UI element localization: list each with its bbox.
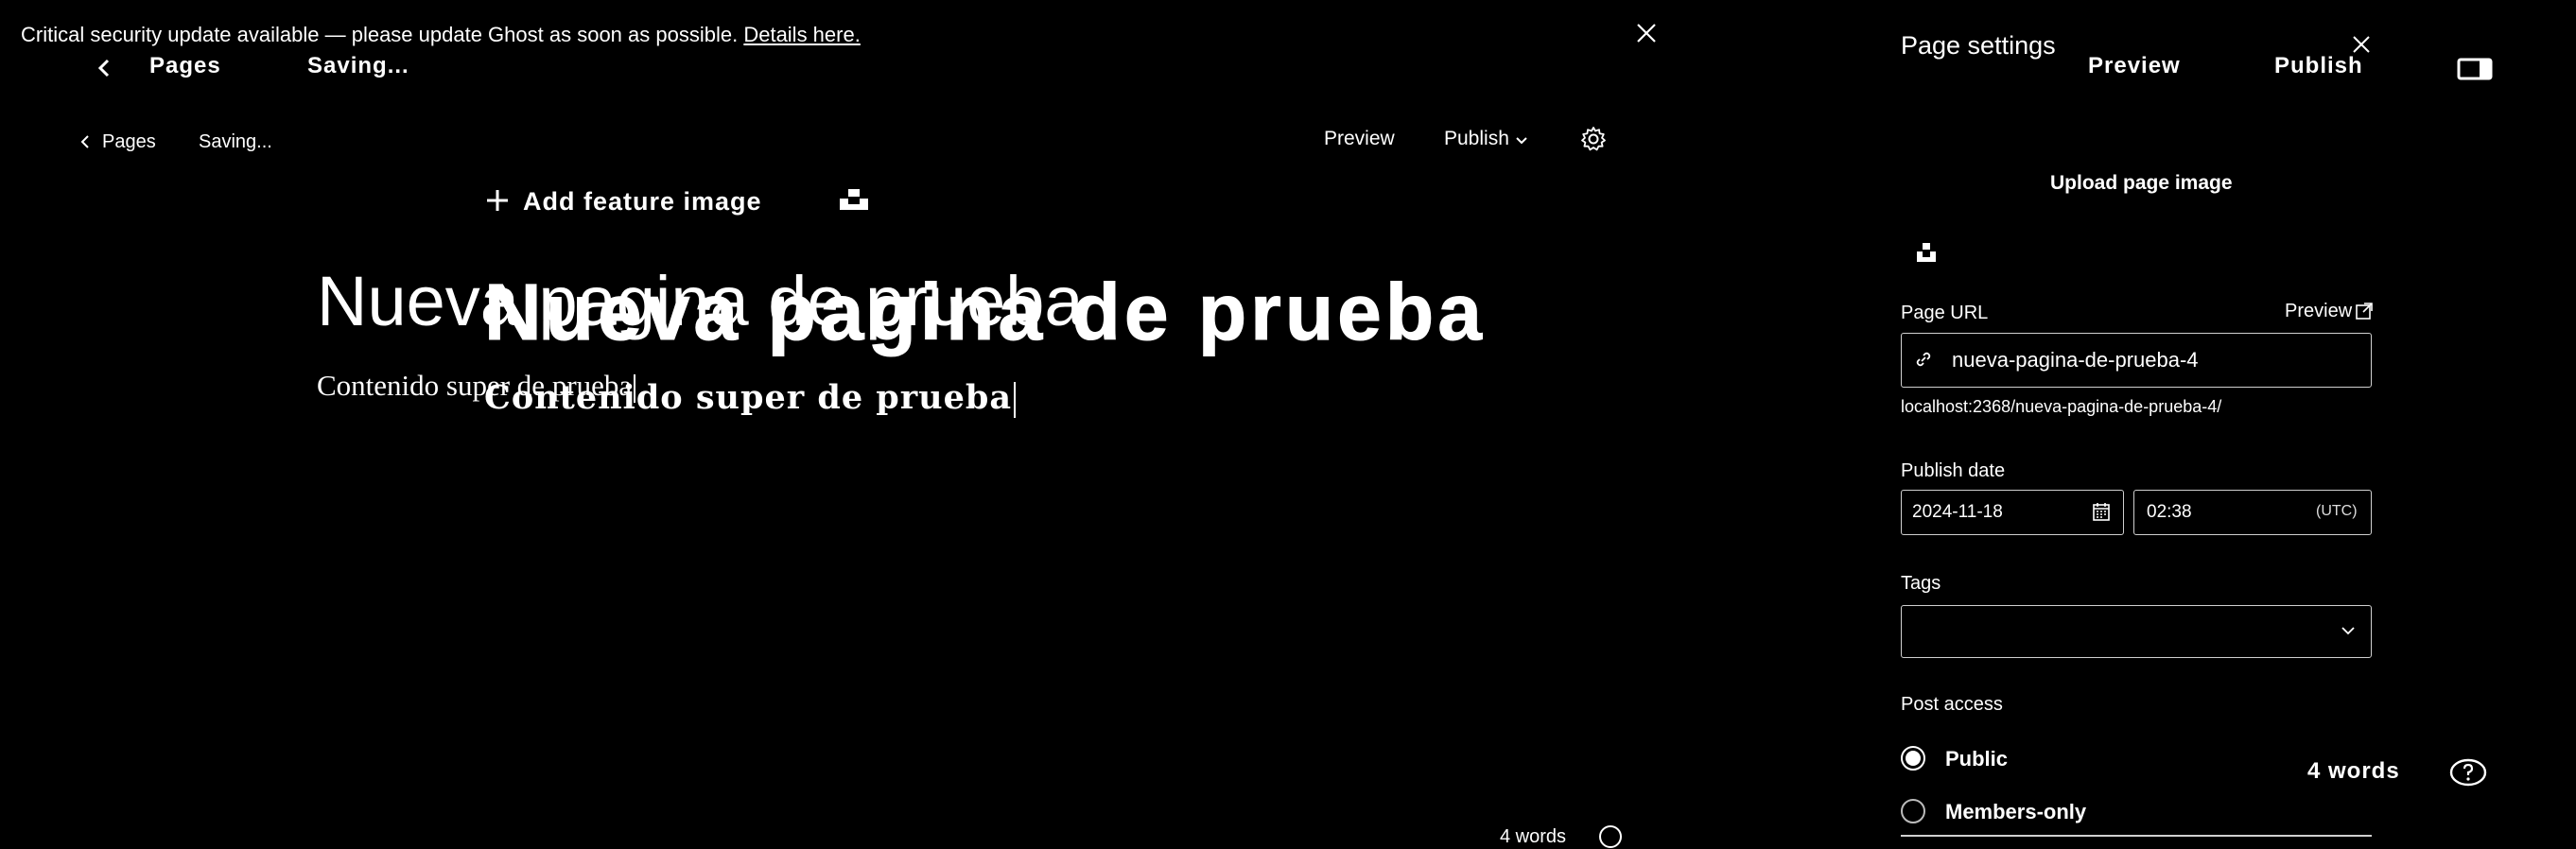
tags-select[interactable] [1901, 605, 2372, 658]
sidebar-preview-button[interactable]: Preview [2088, 53, 2181, 79]
chevron-down-icon[interactable] [2339, 621, 2358, 640]
calendar-icon[interactable] [2092, 501, 2111, 522]
public-option-label[interactable]: Public [1945, 747, 2008, 771]
help-icon[interactable] [2449, 758, 2487, 787]
tags-label: Tags [1901, 573, 1941, 594]
plus-icon[interactable] [484, 187, 511, 214]
post-body-text: Contenido super de prueba [484, 378, 1013, 417]
publish-time-value[interactable]: 02:38 [2147, 502, 2192, 523]
editor-publish-button[interactable]: Publish [1444, 128, 1509, 150]
banner-close-icon[interactable] [1632, 19, 1661, 47]
page-url-value[interactable]: nueva-pagina-de-prueba-4 [1952, 348, 2199, 373]
banner-details-link[interactable]: Details here. [743, 23, 861, 46]
link-icon [1913, 349, 1934, 370]
header-pages-link[interactable]: Pages [149, 53, 221, 79]
sidebar-publish-button[interactable]: Publish [2274, 53, 2363, 79]
post-access-label: Post access [1901, 694, 2003, 715]
sidebar-toggle-icon[interactable] [2457, 57, 2493, 81]
external-link-icon[interactable] [2355, 302, 2374, 321]
post-title[interactable]: Nueva pagina de prueba [484, 267, 1486, 358]
radio-selected-dot [1906, 751, 1921, 766]
page-url-full: localhost:2368/nueva-pagina-de-prueba-4/ [1901, 397, 2222, 416]
chevron-down-icon [1515, 134, 1528, 147]
editor-back-icon[interactable] [78, 132, 93, 151]
word-count-overlay: 4 words [2307, 758, 2400, 784]
timezone-label: (UTC) [2316, 503, 2358, 519]
unsplash-icon[interactable] [1916, 241, 1937, 264]
page-settings-title: Page settings [1901, 31, 2056, 60]
text-caret [1014, 381, 1017, 418]
banner-message: Critical security update available — ple… [21, 23, 744, 46]
settings-gear-icon[interactable] [1579, 125, 1608, 153]
members-only-option-label[interactable]: Members-only [1945, 800, 2086, 824]
url-preview-link[interactable]: Preview [2285, 301, 2352, 322]
editor-pages-link[interactable]: Pages [102, 131, 156, 153]
word-count: 4 words [1500, 826, 1567, 847]
editor-preview-button[interactable]: Preview [1324, 128, 1395, 150]
upload-page-image-button[interactable]: Upload page image [2050, 172, 2233, 195]
help-icon[interactable] [1598, 824, 1623, 849]
unsplash-icon[interactable] [837, 187, 871, 212]
post-body[interactable]: Contenido super de prueba [484, 378, 1017, 418]
editor-saving-status: Saving... [199, 131, 272, 152]
header-saving-status: Saving... [307, 53, 409, 78]
update-banner-text: Critical security update available — ple… [21, 23, 861, 47]
add-feature-image-button[interactable]: Add feature image [523, 187, 762, 217]
members-only-radio[interactable] [1901, 799, 1925, 823]
page-url-label: Page URL [1901, 303, 1989, 323]
public-radio[interactable] [1901, 746, 1925, 771]
publish-date-value[interactable]: 2024-11-18 [1912, 502, 2003, 523]
back-chevron-icon[interactable] [93, 55, 117, 81]
publish-date-label: Publish date [1901, 460, 2006, 481]
access-select-edge [1901, 835, 2372, 837]
